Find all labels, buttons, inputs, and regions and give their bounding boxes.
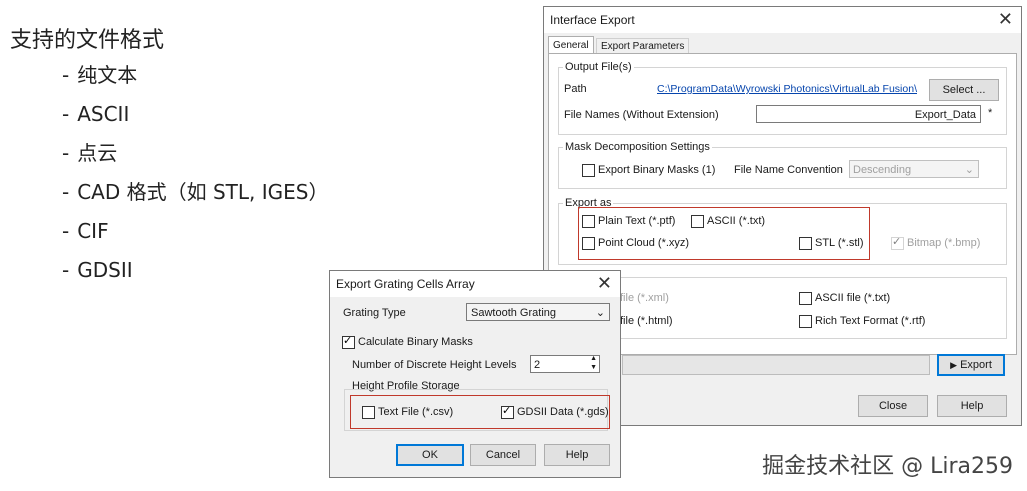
list-item: - 点云 (62, 138, 328, 177)
list-item-label: GDSII (77, 258, 133, 282)
ascii-label: ASCII (*.txt) (707, 215, 766, 227)
help-button[interactable]: Help (937, 395, 1007, 417)
calc-binary-masks-checkbox[interactable] (342, 334, 355, 349)
ascii-file-label: ASCII file (*.txt) (815, 292, 891, 304)
bullet-dash: - (62, 141, 70, 165)
plain-text-checkbox[interactable] (582, 215, 595, 228)
list-item-label: ASCII (77, 102, 130, 126)
point-cloud-checkbox[interactable] (582, 237, 595, 250)
help-button[interactable]: Help (544, 444, 610, 466)
text-file-label: Text File (*.csv) (378, 406, 454, 418)
ascii-file-checkbox[interactable] (799, 292, 812, 305)
format-list: - 纯文本 - ASCII - 点云 - CAD 格式（如 STL, IGES） - CI… (62, 60, 328, 294)
tab-export-parameters[interactable]: Export Parameters (596, 38, 690, 54)
close-icon[interactable]: ✕ (998, 9, 1013, 30)
title-bar: Export Grating Cells Array ✕ (330, 271, 620, 297)
file-names-label: File Names (Without Extension) (564, 109, 719, 121)
select-value: Descending (853, 164, 912, 176)
dialog-title: Interface Export (550, 13, 635, 27)
list-item-label: CAD 格式（如 STL, IGES） (77, 180, 329, 204)
path-link[interactable]: C:\ProgramData\Wyrowski Photonics\Virtua… (657, 83, 917, 95)
ascii-checkbox[interactable] (691, 215, 704, 228)
grating-type-select[interactable]: Sawtooth Grating ⌄ (466, 303, 610, 321)
discrete-levels-stepper[interactable]: 2 ▲ ▼ (530, 355, 600, 373)
chevron-down-icon: ⌄ (964, 164, 974, 176)
tab-label: General (553, 40, 589, 51)
cancel-button[interactable]: Cancel (470, 444, 536, 466)
grating-type-label: Grating Type (343, 307, 406, 319)
gdsii-checkbox[interactable] (501, 404, 514, 419)
dialog-title: Export Grating Cells Array (336, 277, 475, 291)
calc-binary-masks-label: Calculate Binary Masks (358, 336, 473, 348)
export-binary-masks-checkbox[interactable] (582, 164, 595, 177)
grating-export-dialog: Export Grating Cells Array ✕ Grating Typ… (329, 270, 621, 478)
file-name-convention-select[interactable]: Descending ⌄ (849, 160, 979, 178)
output-files-group (558, 67, 1007, 135)
export-binary-masks-label: Export Binary Masks (1) (598, 164, 716, 176)
title-bar: Interface Export ✕ (544, 7, 1021, 33)
play-icon: ▶ (950, 360, 958, 370)
list-item: - GDSII (62, 255, 328, 294)
page-heading: 支持的文件格式 (10, 28, 165, 53)
bullet-dash: - (62, 258, 70, 282)
watermark: 掘金技术社区 @ Lira259 (762, 454, 1013, 479)
text-file-checkbox[interactable] (362, 406, 375, 419)
select-button[interactable]: Select ... (929, 79, 999, 101)
bullet-dash: - (62, 219, 70, 243)
chevron-down-icon: ⌄ (595, 307, 605, 319)
list-item-label: 纯文本 (77, 63, 138, 87)
discrete-levels-label: Number of Discrete Height Levels (352, 359, 517, 371)
bitmap-label: Bitmap (*.bmp) (907, 237, 981, 249)
point-cloud-label: Point Cloud (*.xyz) (598, 237, 690, 249)
stl-label: STL (*.stl) (815, 237, 864, 249)
list-item-label: CIF (77, 219, 109, 243)
group-legend: Mask Decomposition Settings (563, 141, 712, 153)
list-item-label: 点云 (77, 141, 118, 165)
html-label: file (*.html) (620, 315, 673, 327)
list-item: - ASCII (62, 99, 328, 138)
bullet-dash: - (62, 102, 70, 126)
list-item: - CAD 格式（如 STL, IGES） (62, 177, 328, 216)
list-item: - 纯文本 (62, 60, 328, 99)
path-label: Path (564, 83, 587, 95)
gdsii-label: GDSII Data (*.gds) (517, 406, 609, 418)
export-button[interactable]: ▶ Export (937, 354, 1005, 376)
stepper-value: 2 (534, 359, 541, 371)
select-value: Sawtooth Grating (471, 307, 556, 319)
bitmap-checkbox[interactable] (891, 235, 904, 250)
group-legend: Output File(s) (563, 61, 634, 73)
bullet-dash: - (62, 63, 70, 87)
list-item: - CIF (62, 216, 328, 255)
reports-group (558, 277, 1007, 339)
close-button[interactable]: Close (858, 395, 928, 417)
export-button-label: Export (960, 359, 992, 371)
tab-general[interactable]: General (548, 36, 594, 54)
progress-bar (622, 355, 930, 375)
file-name-convention-label: File Name Convention (734, 164, 843, 176)
xml-label: file (*.xml) (620, 292, 669, 304)
ok-button[interactable]: OK (396, 444, 464, 466)
close-icon[interactable]: ✕ (597, 273, 612, 294)
plain-text-label: Plain Text (*.ptf) (598, 215, 676, 227)
stepper-arrows-icon[interactable]: ▲ ▼ (590, 354, 597, 372)
rich-text-checkbox[interactable] (799, 315, 812, 328)
bullet-dash: - (62, 180, 70, 204)
required-marker: * (988, 107, 993, 119)
file-names-input[interactable]: Export_Data (756, 105, 981, 123)
stl-checkbox[interactable] (799, 237, 812, 250)
file-names-value: Export_Data (914, 109, 976, 121)
tab-label: Export Parameters (601, 41, 685, 52)
rich-text-label: Rich Text Format (*.rtf) (815, 315, 926, 327)
